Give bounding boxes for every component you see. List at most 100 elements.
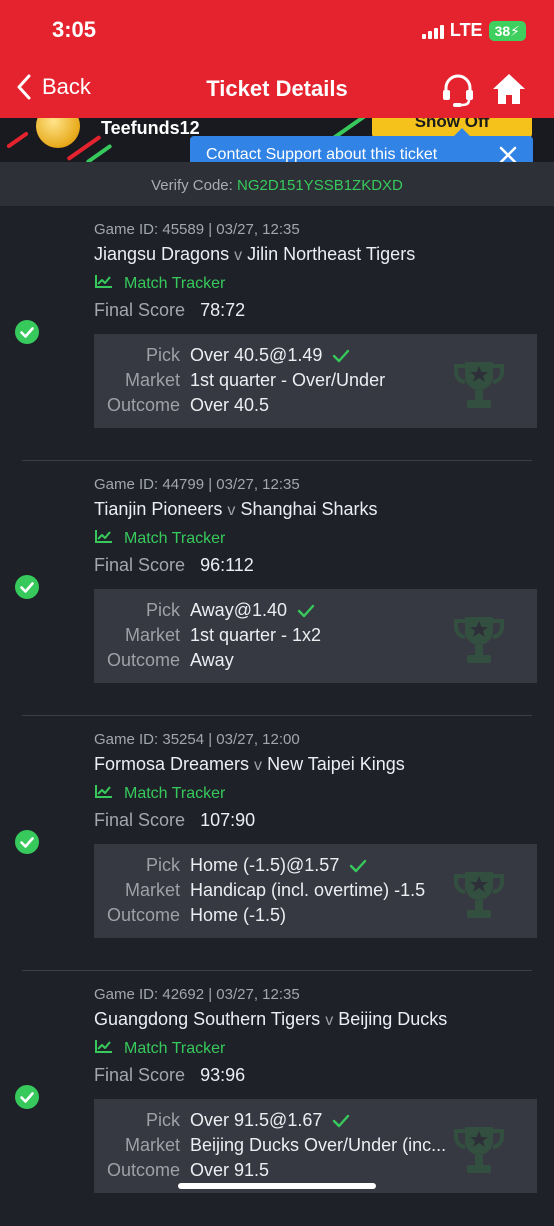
back-button[interactable]: Back bbox=[16, 74, 91, 100]
signal-icon bbox=[421, 23, 444, 39]
pick-value: Away@1.40 bbox=[190, 600, 315, 621]
final-score-value: 78:72 bbox=[200, 300, 246, 320]
pick-label: Pick bbox=[145, 1110, 180, 1130]
market-value: Handicap (incl. overtime) -1.5 bbox=[190, 880, 426, 900]
match-tracker-label: Match Tracker bbox=[124, 1039, 226, 1057]
chevron-left-icon bbox=[17, 74, 31, 100]
nav-bar: Back Ticket Details bbox=[0, 62, 554, 118]
home-team: Formosa Dreamers bbox=[94, 754, 250, 774]
game-meta: Game ID: 35254 | 03/27, 12:00 bbox=[94, 731, 300, 748]
outcome-row: Outcome Over 40.5 bbox=[94, 395, 269, 416]
home-indicator[interactable] bbox=[178, 1183, 376, 1189]
market-row: Market 1st quarter - 1x2 bbox=[94, 625, 321, 646]
outcome-value: Home (-1.5) bbox=[190, 905, 287, 925]
final-score: Final Score 107:90 bbox=[94, 810, 255, 831]
trophy-icon bbox=[451, 866, 507, 922]
battery-icon: 38⚡ bbox=[488, 20, 526, 41]
vs-label: v bbox=[254, 757, 263, 774]
game-meta: Game ID: 44799 | 03/27, 12:35 bbox=[94, 476, 300, 493]
outcome-value: Away bbox=[190, 650, 234, 670]
match-tracker-link[interactable]: Match Tracker bbox=[94, 273, 225, 294]
network-label: LTE bbox=[449, 20, 483, 40]
market-row: Market Beijing Ducks Over/Under (inc... bbox=[94, 1135, 446, 1156]
status-bar: 3:05 LTE 38⚡ bbox=[0, 0, 554, 62]
banner-stripe bbox=[6, 131, 29, 149]
market-label: Market bbox=[124, 625, 180, 645]
final-score-value: 96:112 bbox=[200, 555, 254, 575]
match-tracker-link[interactable]: Match Tracker bbox=[94, 783, 225, 804]
pick-value-text: Away@1.40 bbox=[190, 600, 287, 620]
trophy-icon bbox=[451, 356, 507, 412]
chart-line-icon bbox=[94, 528, 114, 549]
pick-details: Pick Home (-1.5)@1.57 Market Handicap (i… bbox=[94, 844, 537, 938]
chart-line-icon bbox=[94, 783, 114, 804]
home-icon[interactable] bbox=[490, 70, 528, 108]
match-tracker-link[interactable]: Match Tracker bbox=[94, 1038, 225, 1059]
trophy-icon bbox=[451, 611, 507, 667]
pick-value-text: Home (-1.5)@1.57 bbox=[190, 855, 340, 875]
check-circle-icon bbox=[15, 575, 39, 599]
away-team: Jilin Northeast Tigers bbox=[247, 244, 416, 264]
check-circle-icon bbox=[15, 320, 39, 344]
status-indicators: LTE 38⚡ bbox=[421, 20, 526, 41]
chart-line-icon bbox=[94, 273, 114, 294]
checkmark-icon bbox=[322, 345, 350, 365]
match-teams: Jiangsu Dragons v Jilin Northeast Tigers bbox=[94, 244, 415, 265]
verify-label: Verify Code: bbox=[151, 177, 233, 194]
check-circle-icon bbox=[15, 830, 39, 854]
outcome-label: Outcome bbox=[106, 395, 180, 415]
final-score: Final Score 96:112 bbox=[94, 555, 254, 576]
market-value: 1st quarter - 1x2 bbox=[190, 625, 322, 645]
outcome-label: Outcome bbox=[106, 905, 180, 925]
match-tracker-label: Match Tracker bbox=[124, 784, 226, 802]
pick-details: Pick Over 91.5@1.67 Market Beijing Ducks… bbox=[94, 1099, 537, 1193]
pick-value: Over 40.5@1.49 bbox=[190, 345, 350, 366]
pick-label: Pick bbox=[145, 855, 180, 875]
vs-label: v bbox=[325, 1012, 334, 1029]
pick-value-text: Over 40.5@1.49 bbox=[190, 345, 323, 365]
outcome-value: Over 91.5 bbox=[190, 1160, 270, 1180]
chart-line-icon bbox=[94, 1038, 114, 1059]
outcome-label: Outcome bbox=[106, 650, 180, 670]
away-team: Beijing Ducks bbox=[338, 1009, 448, 1029]
market-label: Market bbox=[124, 880, 180, 900]
verify-code: NG2D151YSSB1ZKDXD bbox=[236, 177, 403, 194]
ticket-item: Game ID: 44799 | 03/27, 12:35 Tianjin Pi… bbox=[0, 461, 554, 716]
checkmark-icon bbox=[339, 855, 367, 875]
outcome-value: Over 40.5 bbox=[190, 395, 270, 415]
final-score: Final Score 78:72 bbox=[94, 300, 245, 321]
coin-icon bbox=[36, 118, 80, 148]
market-label: Market bbox=[124, 370, 180, 390]
match-tracker-link[interactable]: Match Tracker bbox=[94, 528, 225, 549]
pick-label: Pick bbox=[145, 600, 180, 620]
battery-level: 38 bbox=[494, 22, 511, 39]
match-teams: Guangdong Southern Tigers v Beijing Duck… bbox=[94, 1009, 447, 1030]
final-score-label: Final Score bbox=[94, 555, 186, 575]
market-row: Market 1st quarter - Over/Under bbox=[94, 370, 385, 391]
match-tracker-label: Match Tracker bbox=[124, 274, 226, 292]
back-label: Back bbox=[42, 74, 91, 99]
ticket-item: Game ID: 35254 | 03/27, 12:00 Formosa Dr… bbox=[0, 716, 554, 971]
outcome-row: Outcome Away bbox=[94, 650, 234, 671]
final-score-value: 93:96 bbox=[200, 1065, 246, 1085]
check-circle-icon bbox=[15, 1085, 39, 1109]
pick-row: Pick Over 91.5@1.67 bbox=[94, 1110, 350, 1131]
pick-value: Home (-1.5)@1.57 bbox=[190, 855, 367, 876]
show-off-button[interactable]: Show Off bbox=[372, 118, 532, 138]
status-time: 3:05 bbox=[52, 17, 97, 42]
trophy-icon bbox=[451, 1121, 507, 1177]
verify-code-bar: Verify Code: NG2D151YSSB1ZKDXD bbox=[0, 162, 554, 206]
final-score-label: Final Score bbox=[94, 1065, 186, 1085]
match-teams: Formosa Dreamers v New Taipei Kings bbox=[94, 754, 405, 775]
match-teams: Tianjin Pioneers v Shanghai Sharks bbox=[94, 499, 378, 520]
final-score-label: Final Score bbox=[94, 300, 186, 320]
headset-support-icon[interactable] bbox=[440, 72, 476, 108]
game-meta: Game ID: 42692 | 03/27, 12:35 bbox=[94, 986, 300, 1003]
tooltip-arrow bbox=[454, 128, 470, 136]
username: Teefunds12 bbox=[101, 118, 200, 138]
home-team: Guangdong Southern Tigers bbox=[94, 1009, 321, 1029]
away-team: New Taipei Kings bbox=[267, 754, 405, 774]
game-meta: Game ID: 45589 | 03/27, 12:35 bbox=[94, 221, 300, 238]
market-row: Market Handicap (incl. overtime) -1.5 bbox=[94, 880, 425, 901]
pick-label: Pick bbox=[145, 345, 180, 365]
